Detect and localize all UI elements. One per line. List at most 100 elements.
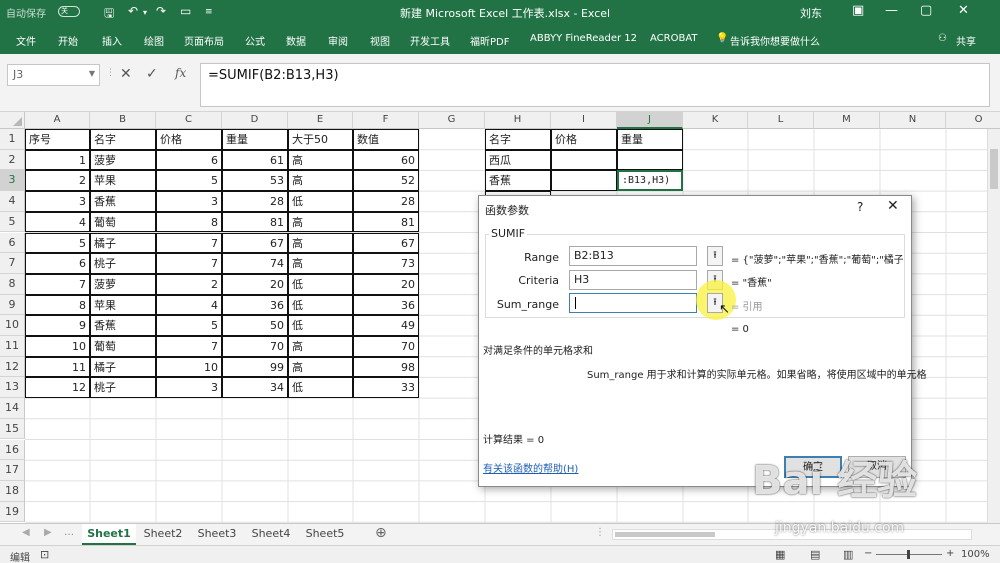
lookup-name-cell[interactable]: 香蕉 bbox=[485, 170, 551, 192]
tab-home[interactable]: 开始 bbox=[58, 33, 78, 48]
table-cell[interactable]: 8 bbox=[156, 211, 222, 233]
table-cell[interactable]: 36 bbox=[353, 294, 419, 316]
table-cell[interactable]: 香蕉 bbox=[90, 191, 156, 212]
column-header-A[interactable]: A bbox=[25, 112, 90, 129]
table-cell[interactable]: 20 bbox=[353, 273, 419, 295]
table-cell[interactable]: 52 bbox=[353, 170, 419, 192]
sum-range-input[interactable] bbox=[569, 293, 697, 313]
row-header-9[interactable]: 9 bbox=[0, 294, 25, 316]
table-cell[interactable]: 菠萝 bbox=[90, 149, 156, 171]
table-cell[interactable]: 67 bbox=[222, 232, 288, 254]
row-header-18[interactable]: 18 bbox=[0, 480, 25, 502]
lookup-header-cell[interactable]: 重量 bbox=[617, 129, 683, 150]
column-header-J[interactable]: J bbox=[617, 112, 683, 129]
table-cell[interactable]: 橘子 bbox=[90, 356, 156, 378]
table-cell[interactable]: 低 bbox=[288, 273, 353, 295]
tell-me-search[interactable]: 告诉我你想要做什么 bbox=[730, 33, 820, 48]
table-cell[interactable]: 1 bbox=[25, 149, 90, 171]
tab-file[interactable]: 文件 bbox=[16, 33, 36, 48]
macro-record-icon[interactable]: ⊡ bbox=[40, 548, 49, 561]
column-header-G[interactable]: G bbox=[419, 112, 485, 129]
row-header-11[interactable]: 11 bbox=[0, 336, 25, 357]
table-cell[interactable]: 菠萝 bbox=[90, 273, 156, 295]
print-preview-icon[interactable]: ▭ bbox=[180, 4, 191, 18]
table-cell[interactable]: 葡萄 bbox=[90, 336, 156, 357]
table-cell[interactable]: 苹果 bbox=[90, 170, 156, 192]
sheet-tab-2[interactable]: Sheet2 bbox=[136, 524, 190, 545]
page-break-view-icon[interactable]: ▥ bbox=[843, 548, 853, 561]
tab-foxit-pdf[interactable]: 福昕PDF bbox=[470, 33, 509, 48]
tab-abbyy[interactable]: ABBYY FineReader 12 bbox=[530, 33, 637, 44]
scroll-thumb[interactable] bbox=[990, 149, 998, 189]
lookup-name-cell[interactable]: 西瓜 bbox=[485, 149, 551, 171]
table-cell[interactable]: 8 bbox=[25, 294, 90, 316]
table-cell[interactable]: 12 bbox=[25, 377, 90, 399]
minimize-icon[interactable]: — bbox=[885, 3, 898, 18]
row-header-13[interactable]: 13 bbox=[0, 377, 25, 399]
table-cell[interactable]: 桃子 bbox=[90, 253, 156, 274]
table-cell[interactable]: 53 bbox=[222, 170, 288, 192]
table-cell[interactable]: 81 bbox=[353, 211, 419, 233]
table-cell[interactable]: 4 bbox=[25, 211, 90, 233]
column-header-O[interactable]: O bbox=[946, 112, 1000, 129]
function-help-link[interactable]: 有关该函数的帮助(H) bbox=[483, 460, 578, 475]
row-header-1[interactable]: 1 bbox=[0, 129, 25, 150]
row-header-2[interactable]: 2 bbox=[0, 149, 25, 171]
row-header-10[interactable]: 10 bbox=[0, 315, 25, 336]
confirm-entry-icon[interactable]: ✓ bbox=[146, 66, 158, 82]
row-header-12[interactable]: 12 bbox=[0, 356, 25, 378]
tab-split-handle-icon[interactable]: ⋮ bbox=[595, 527, 605, 538]
name-box[interactable]: J3 ▼ bbox=[7, 64, 100, 86]
table-cell[interactable]: 高 bbox=[288, 232, 353, 254]
table-cell[interactable]: 5 bbox=[156, 170, 222, 192]
range-input[interactable]: B2:B13 bbox=[569, 246, 697, 266]
share-icon[interactable]: ⚇ bbox=[938, 33, 947, 44]
vertical-scrollbar[interactable] bbox=[987, 129, 1000, 523]
table-cell[interactable]: 33 bbox=[353, 377, 419, 399]
next-sheet-icon[interactable]: ▶ bbox=[44, 527, 52, 538]
lookup-price-cell[interactable] bbox=[551, 149, 617, 171]
share-button[interactable]: 共享 bbox=[956, 33, 976, 48]
column-header-M[interactable]: M bbox=[814, 112, 880, 129]
zoom-slider[interactable] bbox=[876, 550, 942, 559]
add-sheet-icon[interactable]: ⊕ bbox=[375, 525, 387, 541]
table-cell[interactable]: 低 bbox=[288, 315, 353, 336]
column-header-K[interactable]: K bbox=[683, 112, 748, 129]
ribbon-display-icon[interactable]: ▣ bbox=[852, 3, 864, 18]
table-cell[interactable]: 10 bbox=[156, 356, 222, 378]
table-header-cell[interactable]: 序号 bbox=[25, 129, 90, 150]
lookup-price-cell[interactable] bbox=[551, 170, 617, 192]
criteria-input[interactable]: H3 bbox=[569, 270, 697, 290]
table-cell[interactable]: 99 bbox=[222, 356, 288, 378]
table-cell[interactable]: 28 bbox=[222, 191, 288, 212]
table-cell[interactable]: 3 bbox=[156, 377, 222, 399]
scroll-thumb[interactable] bbox=[615, 532, 715, 537]
table-cell[interactable]: 7 bbox=[156, 253, 222, 274]
table-cell[interactable]: 70 bbox=[222, 336, 288, 357]
table-cell[interactable]: 高 bbox=[288, 253, 353, 274]
column-header-L[interactable]: L bbox=[748, 112, 814, 129]
undo-icon[interactable]: ↶ bbox=[128, 4, 138, 18]
sheet-tab-1[interactable]: Sheet1 bbox=[82, 524, 136, 545]
sheet-tab-4[interactable]: Sheet4 bbox=[244, 524, 298, 545]
row-header-17[interactable]: 17 bbox=[0, 460, 25, 481]
table-cell[interactable]: 74 bbox=[222, 253, 288, 274]
column-header-C[interactable]: C bbox=[156, 112, 222, 129]
table-cell[interactable]: 73 bbox=[353, 253, 419, 274]
table-cell[interactable]: 低 bbox=[288, 377, 353, 399]
table-cell[interactable]: 2 bbox=[25, 170, 90, 192]
row-header-4[interactable]: 4 bbox=[0, 191, 25, 212]
table-cell[interactable]: 7 bbox=[25, 273, 90, 295]
zoom-out-icon[interactable]: − bbox=[864, 548, 872, 559]
tab-page-layout[interactable]: 页面布局 bbox=[184, 33, 224, 48]
table-header-cell[interactable]: 价格 bbox=[156, 129, 222, 150]
help-icon[interactable]: ? bbox=[857, 200, 863, 214]
active-cell-J3[interactable]: :B13,H3) bbox=[617, 170, 683, 192]
table-cell[interactable]: 81 bbox=[222, 211, 288, 233]
table-header-cell[interactable]: 数值 bbox=[353, 129, 419, 150]
tab-view[interactable]: 视图 bbox=[370, 33, 390, 48]
table-cell[interactable]: 34 bbox=[222, 377, 288, 399]
column-header-N[interactable]: N bbox=[880, 112, 946, 129]
row-header-3[interactable]: 3 bbox=[0, 170, 25, 192]
column-header-I[interactable]: I bbox=[551, 112, 617, 129]
